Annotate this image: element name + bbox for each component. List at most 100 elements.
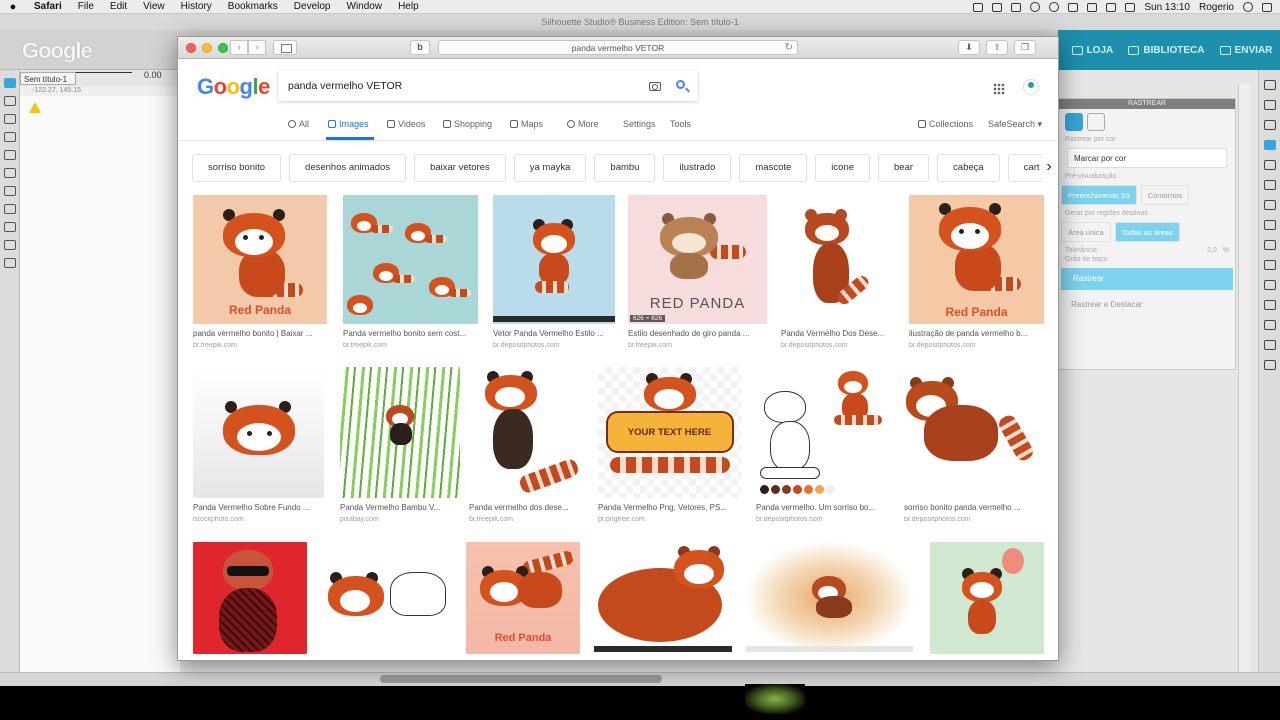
pen-tool-icon[interactable]: [4, 114, 16, 124]
result-caption[interactable]: panda vermelho bonito | Baixar ...: [193, 329, 327, 338]
image-result[interactable]: Vetor Panda Vermelho Estilo ... br.depos…: [493, 195, 615, 349]
result-thumbnail[interactable]: [343, 195, 478, 324]
result-thumbnail[interactable]: [193, 542, 307, 654]
transform-icon[interactable]: [1264, 260, 1276, 270]
image-result[interactable]: Panda vermelho dos dese... br.freepik.co…: [469, 367, 584, 523]
result-thumbnail[interactable]: Red Panda: [193, 195, 327, 324]
shield-icon[interactable]: [1011, 2, 1022, 12]
menu-window[interactable]: Window: [339, 1, 391, 12]
mark-by-color-field[interactable]: Marcar por cor: [1067, 148, 1227, 168]
result-thumbnail[interactable]: [756, 367, 890, 498]
line-style-preview[interactable]: [76, 72, 132, 73]
eyedropper-tool-icon[interactable]: [4, 258, 16, 268]
image-result[interactable]: Panda vermelho bonito sem cost... br.fre…: [343, 195, 478, 349]
design-canvas[interactable]: [20, 96, 180, 686]
volume-icon[interactable]: [1125, 2, 1136, 12]
image-result[interactable]: [594, 542, 732, 654]
document-tab[interactable]: Sem título-1: [20, 72, 76, 85]
spotlight-search-icon[interactable]: [1243, 2, 1253, 12]
menu-history[interactable]: History: [173, 1, 220, 12]
result-caption[interactable]: Panda vermelho dos dese...: [469, 503, 584, 512]
result-thumbnail[interactable]: Red Panda: [909, 195, 1044, 324]
result-thumbnail[interactable]: [746, 542, 913, 654]
fill-option-button[interactable]: Preenchimento Só: [1061, 185, 1137, 205]
line-width-value[interactable]: 0.00: [144, 70, 162, 80]
knife-tool-icon[interactable]: [4, 222, 16, 232]
menu-edit[interactable]: Edit: [102, 1, 135, 12]
result-caption[interactable]: Panda vermelho. Um sorriso bo...: [756, 503, 890, 512]
result-thumbnail[interactable]: [781, 195, 893, 324]
menu-help[interactable]: Help: [390, 1, 427, 12]
result-caption[interactable]: Estilo desenhado de giro panda ...: [628, 329, 767, 338]
draw-tool-icon[interactable]: [4, 186, 16, 196]
eraser-tool-icon[interactable]: [4, 240, 16, 250]
align-icon[interactable]: [1264, 120, 1276, 130]
fill-color-icon[interactable]: [1264, 160, 1276, 170]
airplay-icon[interactable]: [1087, 2, 1098, 12]
star-icon[interactable]: [1264, 280, 1276, 290]
image-result[interactable]: Panda Vermelho Bambu V... pixabay.com: [340, 367, 460, 523]
result-thumbnail[interactable]: [340, 367, 460, 498]
line-tool-icon[interactable]: [4, 132, 16, 142]
image-result[interactable]: Panda vermelho. Um sorriso bo... br.depo…: [756, 367, 890, 523]
image-result[interactable]: Red Panda: [466, 542, 580, 654]
result-thumbnail[interactable]: [193, 367, 324, 498]
menu-bookmarks[interactable]: Bookmarks: [220, 1, 286, 12]
result-caption[interactable]: Panda Vermelho Dos Dese...: [781, 329, 893, 338]
result-thumbnail[interactable]: [594, 542, 732, 654]
image-result[interactable]: Panda Vermelho Sobre Fundo ... istockpho…: [193, 367, 324, 523]
result-caption[interactable]: ilustração de panda vermelho b...: [909, 329, 1044, 338]
result-thumbnail[interactable]: RED PANDA 626 × 626: [628, 195, 767, 324]
image-result[interactable]: Red Panda panda vermelho bonito | Baixar…: [193, 195, 327, 349]
result-thumbnail[interactable]: [469, 367, 584, 498]
wifi-icon[interactable]: [1068, 2, 1079, 12]
trace-pick-icon[interactable]: [1065, 113, 1083, 131]
dropbox-icon[interactable]: [973, 2, 984, 12]
result-caption[interactable]: Panda Vermelho Bambu V...: [340, 503, 460, 512]
image-result[interactable]: Red Panda ilustração de panda vermelho b…: [909, 195, 1044, 349]
trace-and-detach-button[interactable]: Rastrear e Destacar: [1059, 294, 1235, 315]
result-thumbnail[interactable]: [493, 195, 615, 324]
result-caption[interactable]: Panda Vermelho Png, Vetores, PS...: [598, 503, 741, 512]
page-setup-icon[interactable]: [1264, 80, 1276, 90]
grid-icon[interactable]: [1264, 100, 1276, 110]
tab-enviar[interactable]: ENVIAR: [1219, 45, 1272, 56]
menu-view[interactable]: View: [135, 1, 173, 12]
result-caption[interactable]: Panda Vermelho Sobre Fundo ...: [193, 503, 324, 512]
image-result[interactable]: [930, 542, 1044, 654]
trace-panel-icon[interactable]: [1264, 140, 1276, 150]
tab-biblioteca[interactable]: BIBLIOTECA: [1128, 45, 1204, 56]
image-result[interactable]: [193, 542, 307, 654]
warning-icon[interactable]: [29, 102, 41, 113]
select-tool-icon[interactable]: [4, 78, 16, 88]
result-caption[interactable]: Panda vermelho bonito sem cost...: [343, 329, 478, 338]
image-result[interactable]: RED PANDA 626 × 626 Estilo desenhado de …: [628, 195, 767, 349]
menubar-user[interactable]: Rogerio: [1199, 2, 1234, 13]
ellipse-tool-icon[interactable]: [4, 168, 16, 178]
offset-icon[interactable]: [1264, 200, 1276, 210]
image-result[interactable]: sorriso bonito panda vermelho ... br.dep…: [904, 367, 1044, 523]
modify-icon[interactable]: [1264, 240, 1276, 250]
image-result[interactable]: [322, 542, 452, 654]
library-side-icon[interactable]: [1264, 340, 1276, 350]
text-tool-icon[interactable]: [4, 204, 16, 214]
trace-button[interactable]: Rastrear: [1061, 268, 1233, 290]
image-result[interactable]: [746, 542, 913, 654]
rectangle-tool-icon[interactable]: [4, 150, 16, 160]
layers-icon[interactable]: [1264, 300, 1276, 310]
menu-app-safari[interactable]: Safari: [26, 1, 70, 12]
result-thumbnail[interactable]: [930, 542, 1044, 654]
horizontal-scrollbar[interactable]: [380, 675, 662, 683]
result-thumbnail[interactable]: YOUR TEXT HERE: [598, 367, 741, 498]
image-result[interactable]: Panda Vermelho Dos Dese... br.depositpho…: [781, 195, 893, 349]
trace-lasso-icon[interactable]: [1087, 113, 1105, 131]
menu-file[interactable]: File: [70, 1, 102, 12]
result-thumbnail[interactable]: Red Panda: [466, 542, 580, 654]
settings-icon[interactable]: [1264, 360, 1276, 370]
time-machine-icon[interactable]: [1030, 2, 1041, 12]
tolerance-value[interactable]: 2,0: [1207, 247, 1217, 254]
replicate-icon[interactable]: [1264, 220, 1276, 230]
image-result[interactable]: YOUR TEXT HERE Panda Vermelho Png, Vetor…: [598, 367, 741, 523]
battery-icon[interactable]: [1106, 2, 1117, 12]
menu-develop[interactable]: Develop: [286, 1, 339, 12]
